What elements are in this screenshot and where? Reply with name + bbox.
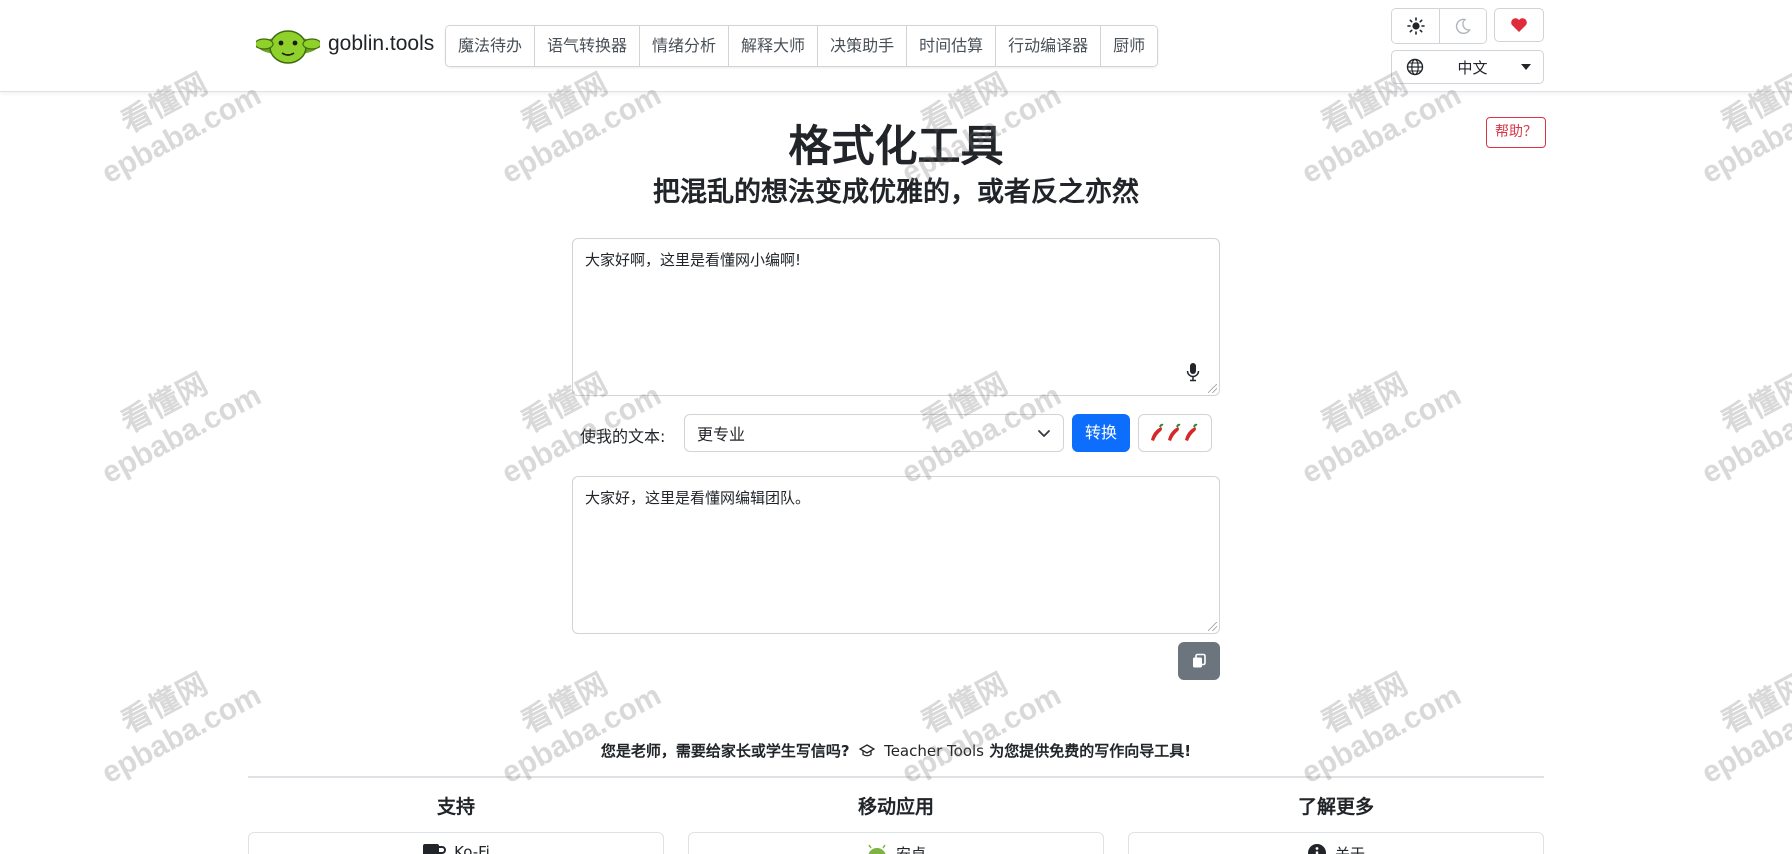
android-link[interactable]: 安卓 (688, 832, 1104, 854)
info-icon (1307, 844, 1326, 854)
watermark-en-text: epbaba.com (96, 678, 267, 790)
language-selected: 中文 (1457, 58, 1488, 77)
kofi-icon (423, 844, 447, 854)
tab-chef[interactable]: 厨师 (1101, 26, 1158, 66)
teacher-promo-suffix: 为您提供免费的写作向导工具! (989, 742, 1192, 760)
page-title: 格式化工具 (788, 122, 1004, 172)
teacher-promo: 您是老师，需要给家长或学生写信吗? Teacher Tools 为您提供免费的写… (0, 740, 1792, 761)
output-textarea[interactable]: 大家好，这里是看懂网编辑团队。 (572, 476, 1220, 634)
spiciness-button[interactable] (1138, 414, 1212, 452)
graduation-cap-icon (858, 744, 875, 757)
kofi-label: Ko-Fi (454, 843, 490, 854)
convert-button[interactable]: 转换 (1072, 414, 1130, 452)
theme-toggle-group (1391, 8, 1487, 44)
watermark-cn-text: 看懂网 (116, 367, 214, 440)
make-text-label: 使我的文本: (580, 427, 666, 446)
watermark-en-text: epbaba.com (1296, 678, 1467, 790)
watermark-cn-text: 看懂网 (1716, 367, 1792, 440)
tab-consultant[interactable]: 决策助手 (818, 26, 908, 66)
teacher-promo-prefix: 您是老师，需要给家长或学生写信吗? (600, 742, 850, 760)
dark-theme-button[interactable] (1439, 9, 1486, 43)
footer-title-mobile: 移动应用 (857, 796, 934, 818)
android-label: 安卓 (895, 845, 926, 854)
watermark-en-text: epbaba.com (1696, 678, 1792, 790)
watermark: 看懂网 epbaba.com (1280, 648, 1467, 791)
watermark: 看懂网 epbaba.com (1680, 648, 1792, 791)
teacher-tools-link[interactable]: Teacher Tools (884, 742, 984, 760)
watermark-cn-text: 看懂网 (1316, 367, 1414, 440)
about-link[interactable]: 关于 (1128, 832, 1544, 854)
page-subtitle: 把混乱的想法变成优雅的，或者反之亦然 (653, 177, 1139, 208)
output-text: 大家好，这里是看懂网编辑团队。 (585, 489, 811, 507)
footer-divider (248, 776, 1544, 778)
tab-formalizer[interactable]: 语气转换器 (535, 26, 641, 66)
watermark: 看懂网 epbaba.com (880, 648, 1067, 791)
watermark-en-text: epbaba.com (1696, 378, 1792, 490)
top-navbar: goblin.tools 魔法待办 语气转换器 情绪分析 解释大师 决策助手 时… (0, 0, 1792, 92)
tool-tabs: 魔法待办 语气转换器 情绪分析 解释大师 决策助手 时间估算 行动编译器 厨师 (445, 25, 1159, 67)
watermark-en-text: epbaba.com (1296, 378, 1467, 490)
style-select[interactable]: 更专业 (684, 414, 1064, 452)
light-theme-button[interactable] (1392, 9, 1439, 43)
android-icon (868, 844, 886, 854)
resize-handle[interactable] (1208, 384, 1217, 393)
resize-handle[interactable] (1208, 622, 1217, 631)
chevron-down-icon (1038, 430, 1050, 437)
watermark-en-text: epbaba.com (896, 678, 1067, 790)
brand-name: goblin.tools (328, 32, 435, 55)
copy-icon (1193, 653, 1206, 668)
input-text: 大家好啊，这里是看懂网小编啊! (585, 251, 802, 269)
moon-icon (1455, 18, 1471, 34)
tab-magic-todo[interactable]: 魔法待办 (446, 26, 536, 66)
input-textarea[interactable]: 大家好啊，这里是看懂网小编啊! (572, 238, 1220, 396)
tab-professor[interactable]: 解释大师 (729, 26, 819, 66)
tab-judge[interactable]: 情绪分析 (640, 26, 730, 66)
goblin-logo-icon (256, 30, 320, 64)
watermark: 看懂网 epbaba.com (480, 648, 667, 791)
watermark: 看懂网 epbaba.com (1680, 348, 1792, 491)
kofi-link[interactable]: Ko-Fi (248, 832, 664, 854)
watermark-en-text: epbaba.com (496, 678, 667, 790)
footer-title-learn-more: 了解更多 (1297, 796, 1374, 818)
heart-icon (1511, 18, 1527, 32)
tab-compiler[interactable]: 行动编译器 (996, 26, 1102, 66)
microphone-icon[interactable] (1185, 362, 1201, 382)
footer-title-support: 支持 (436, 796, 475, 818)
globe-icon (1406, 58, 1424, 76)
chili-pepper-icon (1151, 423, 1198, 441)
watermark-en-text: epbaba.com (96, 378, 267, 490)
watermark: 看懂网 epbaba.com (80, 348, 267, 491)
support-heart-button[interactable] (1494, 8, 1544, 42)
language-select[interactable]: 中文 (1391, 50, 1544, 84)
about-label: 关于 (1334, 845, 1365, 854)
tab-estimator[interactable]: 时间估算 (907, 26, 997, 66)
copy-button[interactable] (1178, 642, 1220, 680)
watermark: 看懂网 epbaba.com (1280, 348, 1467, 491)
brand[interactable]: goblin.tools (256, 22, 434, 66)
caret-down-icon (1521, 64, 1531, 70)
sun-icon (1406, 17, 1425, 35)
style-selected: 更专业 (697, 425, 746, 444)
watermark: 看懂网 epbaba.com (80, 648, 267, 791)
